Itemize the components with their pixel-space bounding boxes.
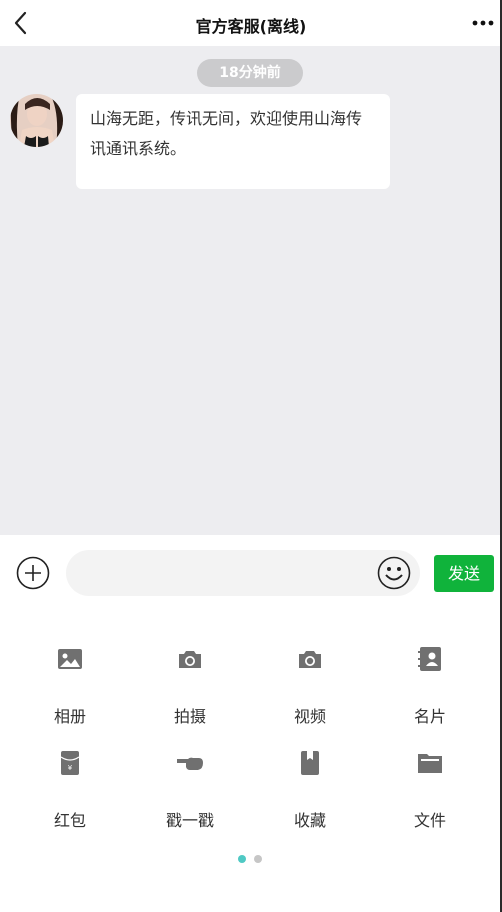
poke-hand-icon (177, 757, 203, 770)
video-camera-icon (299, 651, 321, 668)
message-input[interactable] (66, 550, 420, 596)
page-title: 官方客服(离线) (195, 17, 307, 36)
panel-item-label: 收藏 (293, 811, 326, 830)
bookmark-icon (301, 751, 319, 775)
panel-item-poke[interactable]: 戳一戳 (130, 716, 250, 830)
avatar[interactable] (10, 94, 63, 147)
panel-item-album[interactable]: 相册 (10, 612, 130, 726)
camera-icon (179, 651, 201, 668)
contact-card-icon (418, 647, 441, 671)
panel-item-contact-card[interactable]: 名片 (370, 612, 490, 726)
panel-item-label: 文件 (413, 811, 446, 830)
send-button[interactable]: 发送 (434, 555, 494, 592)
red-packet-icon: ¥ (60, 751, 80, 775)
emoji-button[interactable] (377, 556, 411, 590)
panel-item-red-packet[interactable]: ¥ 红包 (10, 716, 130, 830)
emoji-icon (377, 556, 411, 590)
panel-item-favorites[interactable]: 收藏 (250, 716, 370, 830)
plus-circle-icon (16, 556, 50, 590)
message-timestamp: 18分钟前 (197, 59, 303, 87)
page-dot-active[interactable] (238, 855, 246, 863)
svg-text:¥: ¥ (68, 764, 73, 772)
avatar-image (10, 94, 63, 147)
panel-item-shoot[interactable]: 拍摄 (130, 612, 250, 726)
image-icon (58, 649, 82, 669)
panel-item-video[interactable]: 视频 (250, 612, 370, 726)
plus-button[interactable] (16, 556, 50, 590)
page-dot[interactable] (254, 855, 262, 863)
panel-item-file[interactable]: 文件 (370, 716, 490, 830)
panel-item-label: 戳一戳 (165, 811, 214, 830)
top-bar: 官方客服(离线) (0, 0, 502, 47)
panel-item-label: 红包 (53, 811, 86, 830)
more-button[interactable] (472, 12, 494, 34)
input-bar: 发送 (0, 535, 500, 612)
more-dots-icon (472, 20, 494, 26)
chat-area[interactable]: 18分钟前 山海无距，传讯无间，欢迎使用山海传讯通讯系统。 (0, 46, 500, 535)
message-bubble[interactable]: 山海无距，传讯无间，欢迎使用山海传讯通讯系统。 (76, 94, 390, 189)
folder-icon (418, 754, 442, 773)
function-panel: 相册 拍摄 视频 名片 ¥ 红包 戳一戳 收藏 文件 (0, 612, 500, 912)
